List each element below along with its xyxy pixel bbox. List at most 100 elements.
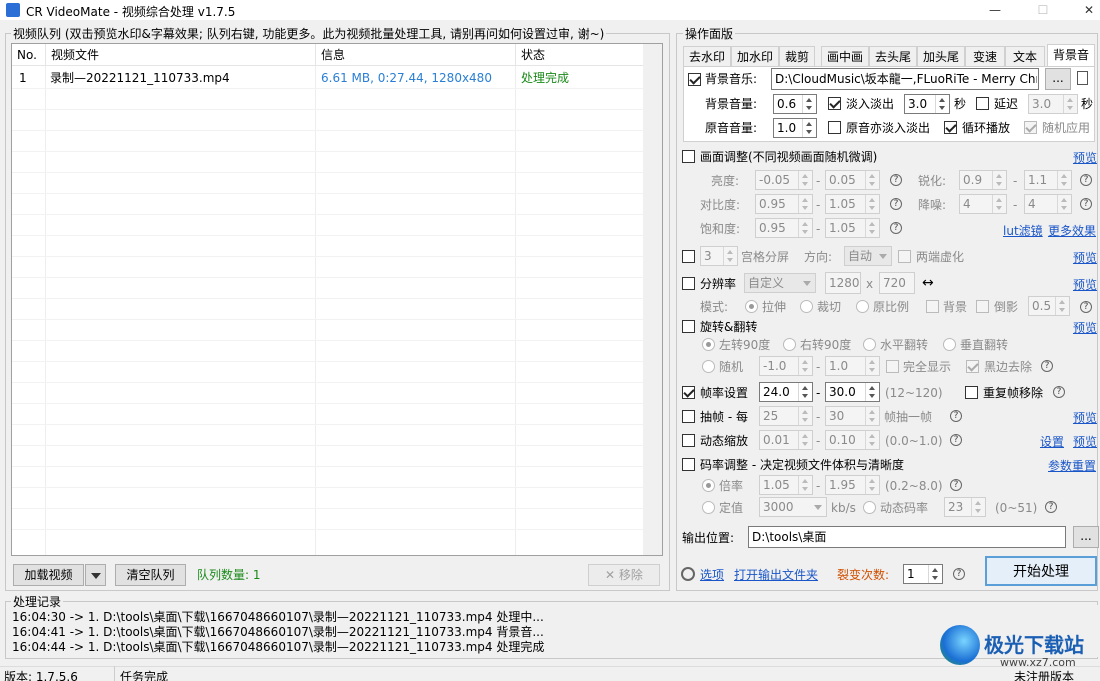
help-icon[interactable]: ? — [950, 479, 962, 491]
delay-checkbox[interactable] — [976, 97, 989, 110]
zoom-max-spin[interactable]: 0.10 — [825, 430, 880, 450]
shadow-checkbox[interactable] — [976, 300, 989, 313]
remove-button[interactable]: ✕ 移除 — [588, 564, 660, 586]
col-status[interactable]: 状态 — [516, 44, 644, 66]
spin-arrows-icon[interactable] — [798, 357, 812, 375]
fixed-select[interactable]: 3000 — [759, 497, 827, 517]
gear-icon[interactable] — [681, 567, 695, 581]
fps-min-spin[interactable]: 24.0 — [759, 382, 813, 402]
table-row[interactable]: 1 录制—20221121_110733.mp4 6.61 MB, 0:27.4… — [12, 68, 644, 89]
grid-preview-link[interactable]: 预览 — [1073, 250, 1097, 266]
spin-arrows-icon[interactable] — [798, 476, 812, 494]
resolution-mode-select[interactable]: 自定义 — [744, 273, 816, 293]
help-icon[interactable]: ? — [890, 174, 902, 186]
random-apply-checkbox[interactable] — [1024, 121, 1037, 134]
col-no[interactable]: No. — [12, 44, 46, 66]
rate-max-spin[interactable]: 1.95 — [825, 475, 880, 495]
zoom-min-spin[interactable]: 0.01 — [759, 430, 813, 450]
split-spin[interactable]: 1 — [903, 564, 943, 584]
queue-list[interactable]: No. 视频文件 信息 状态 1 录制—20221121_110733.mp4 … — [11, 43, 663, 556]
height-field[interactable]: 720 — [879, 272, 915, 294]
full-display-checkbox[interactable] — [886, 360, 899, 373]
spin-arrows-icon[interactable] — [865, 476, 879, 494]
resolution-preview-link[interactable]: 预览 — [1073, 277, 1097, 293]
resolution-checkbox[interactable] — [682, 277, 695, 290]
spin-arrows-icon[interactable] — [798, 407, 812, 425]
shadow-spin[interactable]: 0.5 — [1028, 296, 1070, 316]
tab-crop[interactable]: 裁剪 — [779, 46, 815, 66]
dedup-checkbox[interactable] — [965, 386, 978, 399]
tab-intro-outro[interactable]: 加头尾 — [917, 46, 965, 66]
spin-arrows-icon[interactable] — [865, 219, 879, 237]
brightness-min-spin[interactable]: -0.05 — [755, 170, 813, 190]
rate-min-spin[interactable]: 1.05 — [759, 475, 813, 495]
help-icon[interactable]: ? — [890, 198, 902, 210]
spin-arrows-icon[interactable] — [1055, 297, 1069, 315]
spin-arrows-icon[interactable] — [802, 95, 816, 113]
vflip-radio[interactable] — [943, 338, 956, 351]
help-icon[interactable]: ? — [950, 434, 962, 446]
saturation-min-spin[interactable]: 0.95 — [755, 218, 813, 238]
ratio-radio[interactable] — [856, 300, 869, 313]
spin-arrows-icon[interactable] — [865, 407, 879, 425]
output-browse-button[interactable]: ... — [1073, 526, 1099, 548]
contrast-min-spin[interactable]: 0.95 — [755, 194, 813, 214]
fixed-radio[interactable] — [702, 501, 715, 514]
direction-select[interactable]: 自动 — [844, 246, 892, 266]
spin-arrows-icon[interactable] — [865, 431, 879, 449]
grid-checkbox[interactable] — [682, 250, 695, 263]
spin-arrows-icon[interactable] — [1063, 95, 1077, 113]
help-icon[interactable]: ? — [953, 568, 965, 580]
load-dropdown-button[interactable] — [85, 564, 106, 586]
grid-count-spin[interactable]: 3 — [700, 246, 738, 266]
spin-arrows-icon[interactable] — [992, 195, 1006, 213]
random-radio[interactable] — [702, 360, 715, 373]
orig-fade-checkbox[interactable] — [828, 121, 841, 134]
bitrate-checkbox[interactable] — [682, 458, 695, 471]
brightness-max-spin[interactable]: 0.05 — [825, 170, 880, 190]
spin-arrows-icon[interactable] — [723, 247, 737, 265]
tab-speed[interactable]: 变速 — [965, 46, 1005, 66]
spin-arrows-icon[interactable] — [865, 357, 879, 375]
zoom-checkbox[interactable] — [682, 434, 695, 447]
zoom-settings-link[interactable]: 设置 — [1040, 434, 1064, 450]
contrast-max-spin[interactable]: 1.05 — [825, 194, 880, 214]
fade-spin[interactable]: 3.0 — [904, 94, 950, 114]
swap-icon[interactable]: ↔ — [922, 275, 934, 291]
spin-arrows-icon[interactable] — [971, 498, 985, 516]
right90-radio[interactable] — [783, 338, 796, 351]
spin-arrows-icon[interactable] — [798, 171, 812, 189]
start-button[interactable]: 开始处理 — [985, 556, 1097, 586]
crop-radio[interactable] — [800, 300, 813, 313]
rotate-preview-link[interactable]: 预览 — [1073, 320, 1097, 336]
spin-arrows-icon[interactable] — [928, 565, 942, 583]
log-scrollbar[interactable] — [1084, 605, 1098, 657]
hflip-radio[interactable] — [863, 338, 876, 351]
lut-link[interactable]: lut滤镜 — [1003, 223, 1043, 239]
load-video-button[interactable]: 加载视频 — [13, 564, 84, 586]
extract-min-spin[interactable]: 25 — [759, 406, 813, 426]
adjust-checkbox[interactable] — [682, 150, 695, 163]
sharpen-max-spin[interactable]: 1.1 — [1024, 170, 1072, 190]
log-area[interactable]: 16:04:30 -> 1. D:\tools\桌面\下载\1667048660… — [12, 610, 1082, 656]
dynamic-radio[interactable] — [863, 501, 876, 514]
rotate-checkbox[interactable] — [682, 320, 695, 333]
spin-arrows-icon[interactable] — [935, 95, 949, 113]
spin-arrows-icon[interactable] — [1057, 195, 1071, 213]
extract-preview-link[interactable]: 预览 — [1073, 410, 1097, 426]
help-icon[interactable]: ? — [1080, 301, 1092, 313]
fps-checkbox[interactable] — [682, 386, 695, 399]
bgm-path-field[interactable]: D:\CloudMusic\坂本龍一,FLuoRiTe - Merry Chri… — [771, 68, 1039, 90]
extract-max-spin[interactable]: 30 — [825, 406, 880, 426]
clear-queue-button[interactable]: 清空队列 — [115, 564, 186, 586]
sharpen-min-spin[interactable]: 0.9 — [959, 170, 1007, 190]
width-field[interactable]: 1280 — [825, 272, 861, 294]
help-icon[interactable]: ? — [1053, 386, 1065, 398]
spin-arrows-icon[interactable] — [798, 219, 812, 237]
loop-checkbox[interactable] — [944, 121, 957, 134]
blur-checkbox[interactable] — [898, 250, 911, 263]
maximize-button[interactable]: ☐ — [1020, 0, 1066, 20]
spin-arrows-icon[interactable] — [798, 195, 812, 213]
rate-radio[interactable] — [702, 479, 715, 492]
vertical-scrollbar[interactable] — [643, 44, 662, 555]
